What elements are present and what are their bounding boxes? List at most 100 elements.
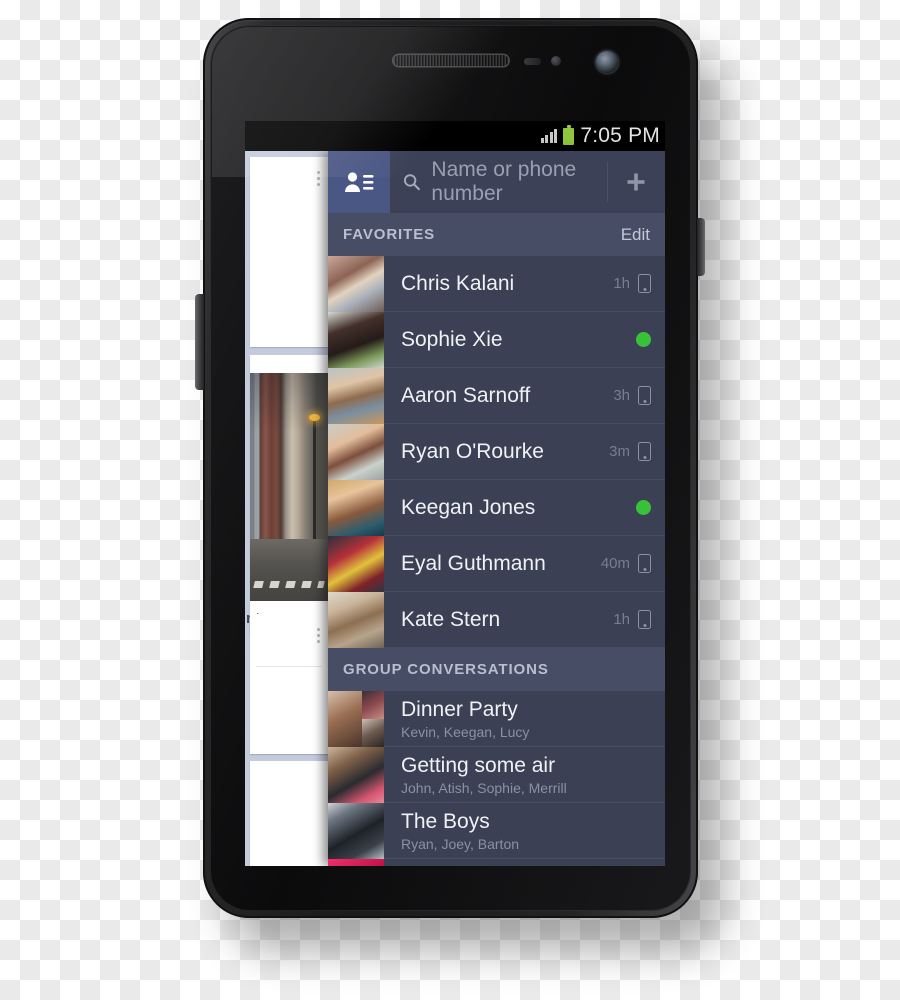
avatar xyxy=(328,858,384,866)
list-item[interactable]: Eyal Guthmann 40m xyxy=(328,535,665,592)
list-item-meta: 3m xyxy=(609,442,665,461)
avatar xyxy=(328,535,384,592)
list-item[interactable]: Kate Stern 1h xyxy=(328,591,665,648)
edit-favorites-button[interactable]: Edit xyxy=(621,225,650,245)
plus-icon xyxy=(627,173,645,191)
contact-name: Kate Stern xyxy=(401,607,501,631)
drawer-header: Name or phone number xyxy=(328,151,665,213)
section-header-favorites: FAVORITES Edit xyxy=(328,213,665,256)
avatar xyxy=(328,690,384,747)
avatar xyxy=(328,367,384,424)
list-item[interactable] xyxy=(328,858,665,866)
group-name: Dinner Party xyxy=(401,697,518,721)
list-item[interactable]: Chris Kalani 1h xyxy=(328,255,665,312)
power-button[interactable] xyxy=(697,218,705,276)
feed-card[interactable] xyxy=(250,157,328,347)
avatar xyxy=(328,591,384,648)
section-title: GROUP CONVERSATIONS xyxy=(343,661,549,678)
mobile-icon xyxy=(638,442,651,461)
list-item-main: Ryan O'Rourke xyxy=(384,440,609,464)
contacts-list-icon xyxy=(345,172,374,192)
list-item-meta xyxy=(636,500,665,515)
last-active-time: 3h xyxy=(613,387,630,404)
contact-name: Chris Kalani xyxy=(401,271,515,295)
contacts-list-button[interactable] xyxy=(328,151,390,213)
contact-name: Ryan O'Rourke xyxy=(401,439,544,463)
avatar xyxy=(328,255,384,312)
list-item[interactable]: Dinner Party Kevin, Keegan, Lucy xyxy=(328,690,665,747)
earpiece-speaker xyxy=(393,55,508,66)
screenshot-stage: 7:05 PM nt xyxy=(0,0,900,1000)
search-icon xyxy=(403,174,420,191)
group-members: Ryan, Joey, Barton xyxy=(401,835,520,852)
overflow-menu-icon[interactable] xyxy=(317,171,320,186)
online-dot xyxy=(636,500,651,515)
list-item-meta: 1h xyxy=(613,274,665,293)
contact-name: Aaron Sarnoff xyxy=(401,383,531,407)
street-lamp xyxy=(309,414,320,539)
proximity-sensor xyxy=(524,58,541,65)
list-item[interactable]: Getting some air John, Atish, Sophie, Me… xyxy=(328,746,665,803)
mobile-icon xyxy=(638,386,651,405)
conversation-list[interactable]: FAVORITES Edit Chris Kalani 1h Sophie Xi… xyxy=(328,213,665,866)
section-title: FAVORITES xyxy=(343,226,435,243)
divider xyxy=(256,666,322,667)
news-feed-behind-drawer[interactable]: nt xyxy=(245,151,328,866)
group-members: John, Atish, Sophie, Merrill xyxy=(401,779,567,796)
add-contact-button[interactable] xyxy=(607,151,665,213)
last-active-time: 40m xyxy=(600,555,630,572)
feed-card[interactable]: nt xyxy=(246,355,328,633)
avatar xyxy=(328,746,384,803)
feed-card[interactable] xyxy=(250,614,328,754)
status-clock: 7:05 PM xyxy=(580,124,660,147)
battery-full-icon xyxy=(563,124,575,145)
list-item[interactable]: Aaron Sarnoff 3h xyxy=(328,367,665,424)
front-camera xyxy=(596,51,618,73)
list-item-main: Aaron Sarnoff xyxy=(384,384,613,408)
list-item-main: Getting some air John, Atish, Sophie, Me… xyxy=(384,754,665,796)
online-dot xyxy=(636,332,651,347)
list-item[interactable]: The Boys Ryan, Joey, Barton xyxy=(328,802,665,859)
contact-name: Keegan Jones xyxy=(401,495,536,519)
list-item-meta: 3h xyxy=(613,386,665,405)
street-crosswalk xyxy=(250,539,328,601)
last-active-time: 3m xyxy=(609,443,630,460)
feed-card[interactable] xyxy=(250,761,328,866)
avatar xyxy=(328,479,384,536)
group-members: Kevin, Keegan, Lucy xyxy=(401,723,530,740)
list-item-meta xyxy=(636,332,665,347)
list-item-meta: 1h xyxy=(613,610,665,629)
contact-name: Eyal Guthmann xyxy=(401,551,546,575)
avatar xyxy=(328,311,384,368)
last-active-time: 1h xyxy=(613,275,630,292)
list-item-main: Sophie Xie xyxy=(384,328,636,352)
signal-bars-icon xyxy=(540,129,558,143)
list-item[interactable]: Sophie Xie xyxy=(328,311,665,368)
mobile-icon xyxy=(638,274,651,293)
city-street-photo xyxy=(250,373,328,601)
phone-screen: 7:05 PM nt xyxy=(245,121,665,866)
group-name: Getting some air xyxy=(401,753,556,777)
light-sensor xyxy=(551,56,561,66)
android-smartphone: 7:05 PM nt xyxy=(195,18,705,918)
mobile-icon xyxy=(638,554,651,573)
volume-rocker[interactable] xyxy=(195,294,204,390)
messenger-drawer: Name or phone number FAVORITES Edit Chri… xyxy=(328,151,665,866)
avatar xyxy=(328,423,384,480)
list-item-main: Keegan Jones xyxy=(384,496,636,520)
group-name: The Boys xyxy=(401,809,490,833)
section-header-group-conversations: GROUP CONVERSATIONS xyxy=(328,648,665,691)
list-item[interactable]: Keegan Jones xyxy=(328,479,665,536)
search-input[interactable]: Name or phone number xyxy=(390,151,607,213)
list-item-meta: 40m xyxy=(601,554,665,573)
overflow-menu-icon[interactable] xyxy=(317,628,320,643)
list-item[interactable]: Ryan O'Rourke 3m xyxy=(328,423,665,480)
list-item-main: Kate Stern xyxy=(384,608,613,632)
search-placeholder: Name or phone number xyxy=(431,158,577,205)
list-item-main: Chris Kalani xyxy=(384,272,613,296)
last-active-time: 1h xyxy=(613,611,630,628)
list-item-main: Eyal Guthmann xyxy=(384,552,601,576)
contact-name: Sophie Xie xyxy=(401,327,503,351)
status-bar: 7:05 PM xyxy=(245,121,665,151)
avatar xyxy=(328,802,384,859)
